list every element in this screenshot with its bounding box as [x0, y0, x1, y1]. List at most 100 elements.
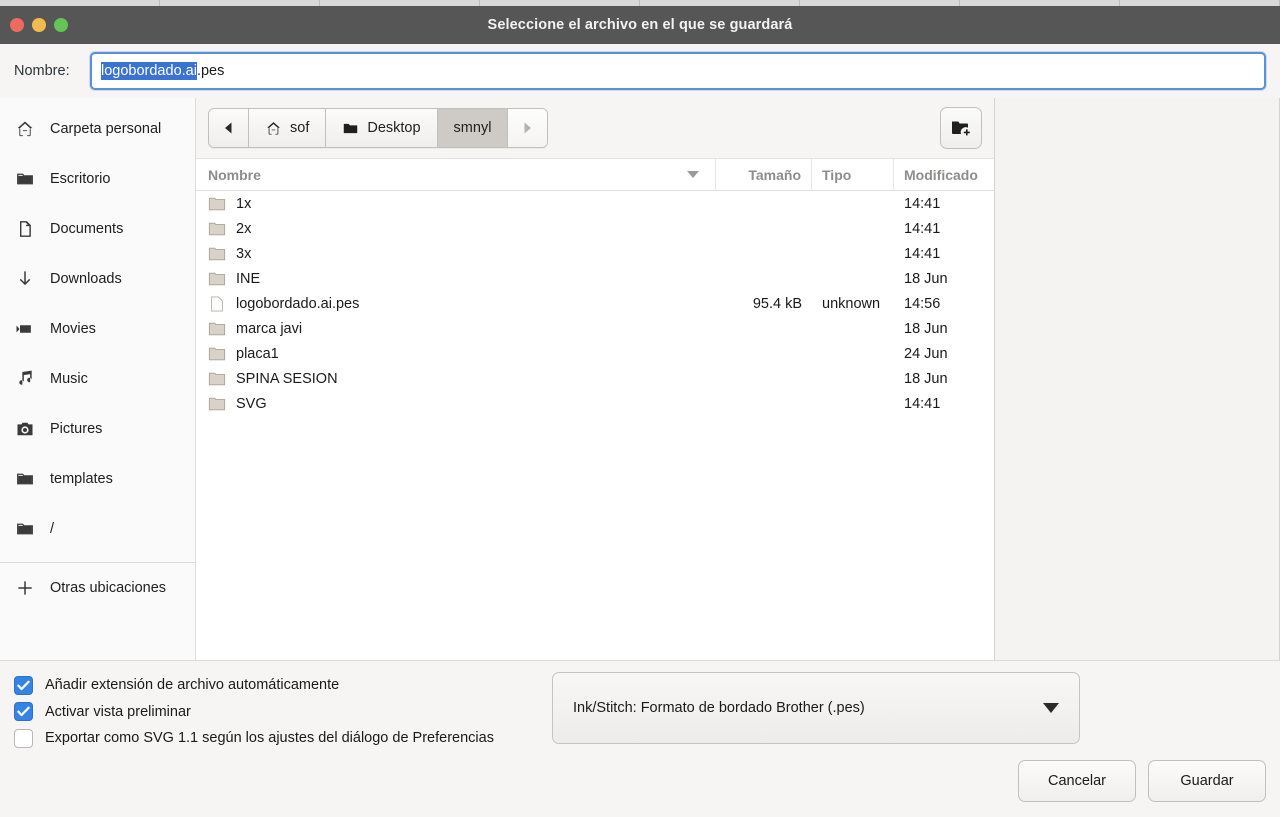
- sidebar-item-escritorio[interactable]: Escritorio: [0, 154, 195, 204]
- back-button[interactable]: [209, 109, 249, 147]
- folder-icon: [208, 245, 226, 263]
- table-row[interactable]: marca javi 18 Jun: [196, 316, 994, 341]
- sidebar-item-label: Pictures: [50, 421, 103, 437]
- folder-icon: [208, 322, 226, 335]
- breadcrumb: sof Desktop smnyl: [208, 108, 549, 148]
- column-header-tipo[interactable]: Tipo: [812, 158, 894, 191]
- sidebar-item-movies[interactable]: Movies: [0, 304, 195, 354]
- table-row[interactable]: SPINA SESION 18 Jun: [196, 366, 994, 391]
- file-modified-cell: 14:41: [904, 220, 941, 237]
- table-row[interactable]: 3x 14:41: [196, 241, 994, 266]
- option-label: Activar vista preliminar: [45, 703, 191, 720]
- file-icon: [211, 296, 223, 311]
- title-bar: Seleccione el archivo en el que se guard…: [0, 6, 1280, 44]
- music-note-icon: [14, 368, 36, 390]
- sidebar-item-carpeta-personal[interactable]: Carpeta personal: [0, 104, 195, 154]
- file-format-select[interactable]: Ink/Stitch: Formato de bordado Brother (…: [552, 672, 1080, 744]
- video-camera-icon: [14, 318, 36, 340]
- new-folder-icon: [952, 121, 970, 136]
- column-header-modificado[interactable]: Modificado: [894, 159, 994, 191]
- options-checkbox-group: Añadir extensión de archivo automáticame…: [14, 672, 534, 752]
- folder-icon: [344, 123, 358, 133]
- breadcrumb-segment-desktop[interactable]: Desktop: [326, 109, 438, 147]
- folder-icon: [208, 220, 226, 238]
- file-modified-cell: 24 Jun: [904, 345, 948, 362]
- sidebar-item-label: Downloads: [50, 271, 122, 287]
- table-row[interactable]: placa1 24 Jun: [196, 341, 994, 366]
- chevron-right-icon: [524, 122, 532, 134]
- camera-icon: [14, 418, 36, 440]
- file-name-label: marca javi: [236, 320, 303, 337]
- option-auto-extension[interactable]: Añadir extensión de archivo automáticame…: [14, 672, 534, 699]
- check-icon: [17, 680, 30, 690]
- folder-icon: [208, 272, 226, 285]
- checkbox-export-svg11[interactable]: [14, 728, 33, 748]
- table-row[interactable]: SVG 14:41: [196, 391, 994, 416]
- file-icon: [208, 295, 226, 313]
- breadcrumb-segment-sof[interactable]: sof: [249, 109, 327, 147]
- dialog-footer: Añadir extensión de archivo automáticame…: [0, 660, 1280, 817]
- file-format-value: Ink/Stitch: Formato de bordado Brother (…: [573, 700, 865, 716]
- plus-icon: [14, 577, 36, 599]
- file-name-cell: SVG: [196, 395, 716, 413]
- maximize-window-button[interactable]: [54, 18, 68, 32]
- column-header-label: Nombre: [208, 166, 261, 183]
- sidebar-item-root[interactable]: /: [0, 504, 195, 554]
- folder-icon: [208, 370, 226, 388]
- sidebar-item-templates[interactable]: templates: [0, 454, 195, 504]
- save-button[interactable]: Guardar: [1148, 760, 1266, 803]
- option-label: Añadir extensión de archivo automáticame…: [45, 677, 340, 694]
- column-header-nombre[interactable]: Nombre: [196, 158, 716, 191]
- file-name-cell: placa1: [196, 345, 716, 363]
- file-modified-cell: 18 Jun: [904, 270, 948, 287]
- folder-icon: [208, 270, 226, 288]
- check-icon: [17, 706, 30, 717]
- breadcrumb-segment-label: Desktop: [367, 120, 421, 136]
- forward-button[interactable]: [508, 109, 548, 147]
- file-name-cell: SPINA SESION: [196, 370, 716, 388]
- browser-pane: sof Desktop smnyl Nombre Tamaño Tipo Mod…: [196, 98, 1280, 660]
- sidebar-item-pictures[interactable]: Pictures: [0, 404, 195, 454]
- column-header-label: Modificado: [904, 166, 978, 183]
- chevron-left-icon: [225, 122, 232, 134]
- folder-icon: [208, 347, 226, 360]
- create-folder-button[interactable]: [940, 107, 982, 149]
- folder-icon: [208, 222, 226, 235]
- file-name-label: INE: [236, 270, 261, 287]
- option-enable-preview[interactable]: Activar vista preliminar: [14, 699, 534, 726]
- file-name-label: logobordado.ai.pes: [236, 295, 360, 312]
- folder-icon: [14, 168, 36, 190]
- table-row[interactable]: 2x 14:41: [196, 216, 994, 241]
- table-row[interactable]: INE 18 Jun: [196, 266, 994, 291]
- breadcrumb-segment-label: sof: [290, 120, 310, 136]
- minimize-window-button[interactable]: [32, 18, 46, 32]
- table-row[interactable]: logobordado.ai.pes 95.4 kB unknown 14:56: [196, 291, 994, 316]
- filename-label: Nombre:: [14, 63, 70, 79]
- folder-icon: [208, 195, 226, 213]
- sidebar-item-downloads[interactable]: Downloads: [0, 254, 195, 304]
- checkbox-auto-extension[interactable]: [14, 675, 33, 695]
- column-header-tamano[interactable]: Tamaño: [716, 158, 812, 191]
- sidebar-item-documents[interactable]: Documents: [0, 204, 195, 254]
- option-export-svg11[interactable]: Exportar como SVG 1.1 según los ajustes …: [14, 725, 534, 752]
- close-window-button[interactable]: [10, 18, 24, 32]
- file-name-label: SVG: [236, 395, 267, 412]
- checkbox-enable-preview[interactable]: [14, 702, 33, 722]
- window-controls: [0, 18, 68, 32]
- sidebar-item-music[interactable]: Music: [0, 354, 195, 404]
- cancel-button[interactable]: Cancelar: [1018, 760, 1136, 803]
- dialog-action-buttons: Cancelar Guardar: [14, 752, 1266, 817]
- document-icon: [14, 218, 36, 240]
- folder-icon: [208, 372, 226, 385]
- file-name-cell: logobordado.ai.pes: [196, 295, 716, 313]
- file-name-cell: INE: [196, 270, 716, 288]
- sidebar-item-other-locations[interactable]: Otras ubicaciones: [0, 563, 195, 613]
- breadcrumb-segment-smnyl[interactable]: smnyl: [437, 109, 509, 147]
- table-row[interactable]: 1x 14:41: [196, 191, 994, 216]
- file-list-header: Nombre Tamaño Tipo Modificado: [196, 158, 994, 191]
- home-icon: [14, 118, 36, 140]
- download-icon: [14, 268, 36, 290]
- file-name-cell: marca javi: [196, 320, 716, 338]
- filename-input[interactable]: logobordado.ai .pes: [90, 52, 1266, 90]
